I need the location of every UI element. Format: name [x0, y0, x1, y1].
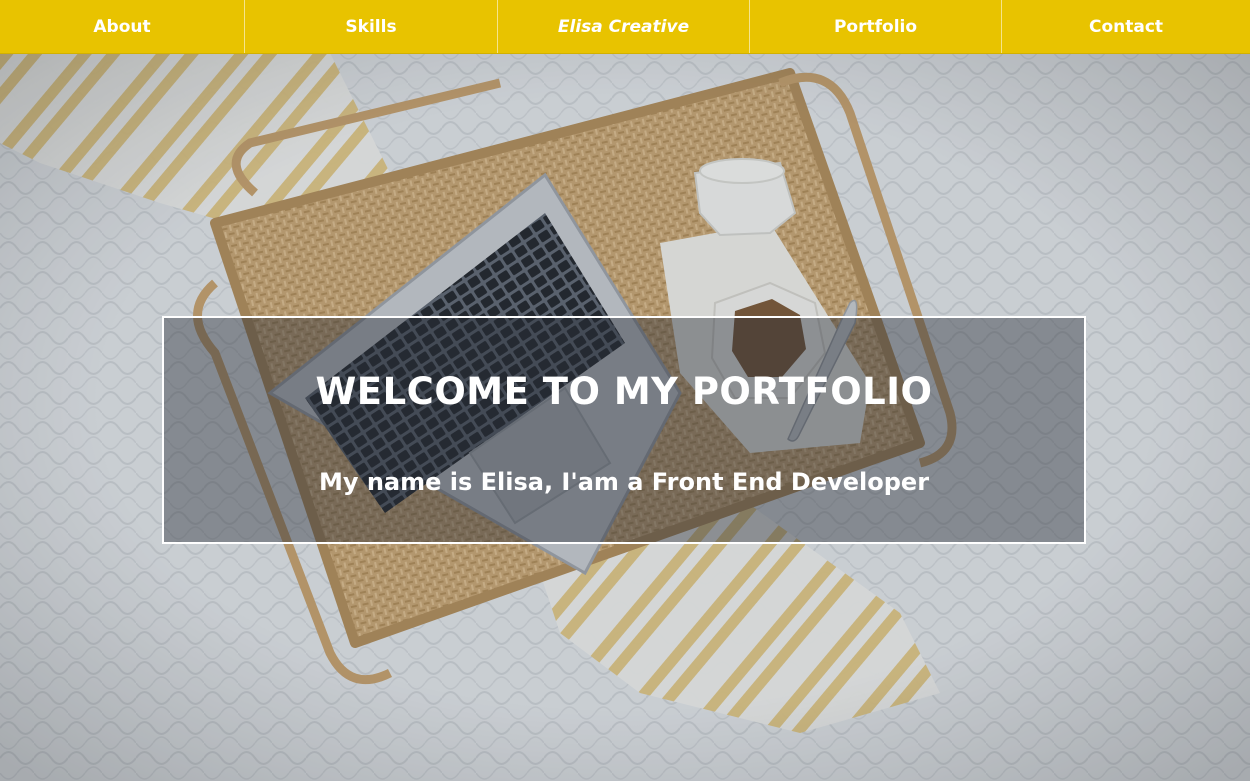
welcome-subtitle: My name is Elisa, I'am a Front End Devel…	[318, 468, 930, 496]
welcome-box: WELCOME TO MY PORTFOLIO My name is Elisa…	[162, 316, 1086, 544]
portfolio-page: About Skills Elisa Creative Portfolio Co…	[0, 0, 1250, 781]
nav-link-contact[interactable]: Contact	[1001, 0, 1250, 53]
nav-link-about[interactable]: About	[0, 0, 244, 53]
nav-link-portfolio[interactable]: Portfolio	[749, 0, 1001, 53]
top-navigation: About Skills Elisa Creative Portfolio Co…	[0, 0, 1250, 54]
nav-brand-logo[interactable]: Elisa Creative	[497, 0, 749, 53]
nav-link-skills[interactable]: Skills	[244, 0, 497, 53]
welcome-title: WELCOME TO MY PORTFOLIO	[315, 370, 933, 413]
